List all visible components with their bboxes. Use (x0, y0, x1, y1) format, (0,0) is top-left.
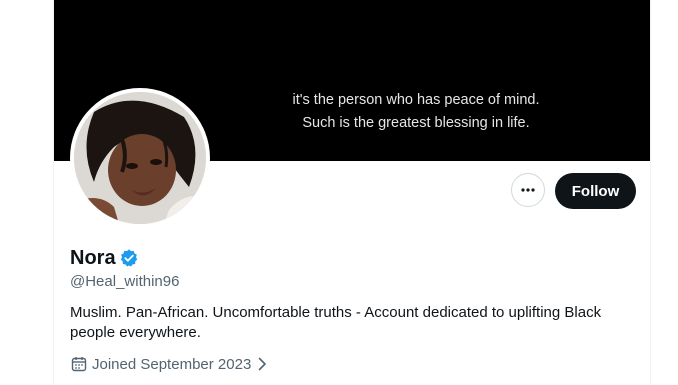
display-name: Nora (70, 247, 116, 269)
joined-date-row: Joined September 2023 (70, 355, 270, 373)
more-horizontal-icon (521, 188, 535, 192)
avatar[interactable] (70, 88, 210, 228)
joined-date-text: Joined September 2023 (92, 355, 252, 373)
banner-text-line-1: it's the person who has peace of mind. (292, 92, 540, 108)
follow-button[interactable]: Follow (555, 173, 636, 209)
name-row: Nora (70, 246, 139, 270)
avatar-image (74, 92, 206, 224)
profile-column: it's the person who has peace of mind. S… (53, 0, 651, 385)
user-handle: @Heal_within96 (70, 273, 180, 290)
verified-badge-icon[interactable] (119, 248, 139, 268)
chevron-right-icon[interactable] (254, 356, 270, 372)
profile-bio: Muslim. Pan-African. Uncomfortable truth… (70, 304, 602, 341)
calendar-icon (71, 357, 87, 372)
more-options-button[interactable] (511, 173, 545, 207)
